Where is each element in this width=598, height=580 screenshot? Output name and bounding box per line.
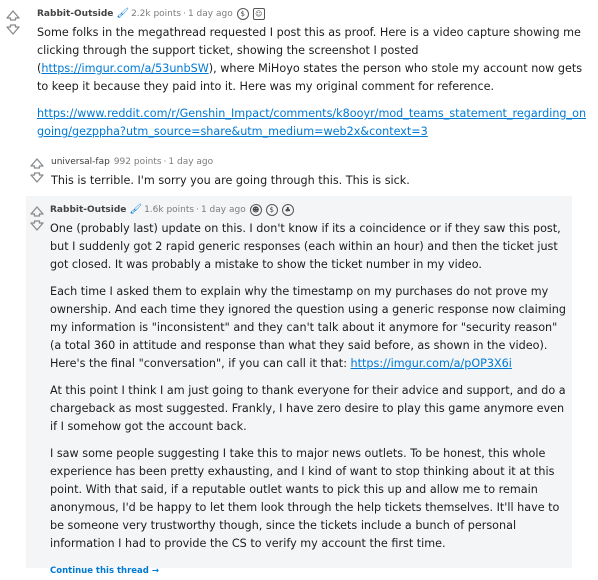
downvote-icon[interactable] (30, 172, 44, 184)
reddit-permalink[interactable]: https://www.reddit.com/r/Genshin_Impact/… (37, 107, 586, 138)
comment-body: One (probably last) update on this. I do… (50, 220, 570, 553)
imgur-link[interactable]: https://imgur.com/a/pOP3X6i (351, 357, 512, 370)
award-icon[interactable]: ☺ (252, 8, 265, 20)
points-label: 1.6k points (144, 205, 195, 215)
upvote-icon[interactable] (30, 206, 44, 218)
author-link[interactable]: Rabbit-Outside (50, 204, 126, 216)
upvote-icon[interactable] (30, 158, 44, 170)
vote-column (2, 10, 24, 36)
nested-comment-container: Rabbit-Outside 🖌 1.6k points · 1 day ago… (26, 196, 572, 576)
comment-paragraph: At this point I think I am just going to… (50, 384, 566, 433)
comment-body: This is terrible. I'm sorry you are goin… (51, 172, 591, 190)
meta-separator: · (163, 157, 167, 167)
comment-paragraph: https://www.reddit.com/r/Genshin_Impact/… (37, 105, 593, 141)
comment-paragraph: Some folks in the megathread requested I… (37, 24, 593, 96)
comment-paragraph: This is terrible. I'm sorry you are goin… (51, 174, 410, 187)
comment-meta: universal-fap 992 points · 1 day ago (51, 156, 591, 168)
time-label: 1 day ago (200, 205, 246, 215)
comment-body: Some folks in the megathread requested I… (37, 24, 593, 141)
meta-separator: · (196, 205, 199, 215)
continue-row: Continue this thread → (50, 558, 570, 577)
points-label: 992 points (113, 157, 162, 167)
downvote-icon[interactable] (6, 24, 20, 36)
downvote-icon[interactable] (30, 220, 44, 232)
comment-paragraph: I saw some people suggesting I take this… (50, 447, 560, 550)
vote-column (26, 158, 48, 184)
award-icon[interactable]: $ (265, 204, 278, 216)
time-label: 1 day ago (187, 9, 233, 19)
upvote-icon[interactable] (6, 10, 20, 22)
time-label: 1 day ago (168, 157, 214, 167)
award-icon[interactable]: $ (236, 8, 249, 20)
comment-meta: Rabbit-Outside 🖌 1.6k points · 1 day ago… (50, 204, 570, 216)
vote-column (26, 206, 48, 232)
comment-paragraph: Each time I asked them to explain why th… (50, 283, 570, 373)
points-label: 2.2k points (131, 9, 182, 19)
author-link[interactable]: Rabbit-Outside (37, 8, 113, 20)
author-link[interactable]: universal-fap (51, 156, 110, 168)
flair-icon: 🖌 (116, 8, 130, 19)
comment-paragraph: One (probably last) update on this. I do… (50, 222, 561, 271)
award-icon[interactable]: ♣ (281, 204, 294, 216)
comment-meta: Rabbit-Outside 🖌 2.2k points · 1 day ago… (37, 8, 593, 20)
continue-thread-link[interactable]: Continue this thread → (50, 566, 159, 576)
imgur-link[interactable]: https://imgur.com/a/53unbSW (41, 62, 208, 75)
flair-icon: 🖌 (129, 204, 143, 215)
meta-separator: · (183, 9, 186, 19)
award-icon[interactable]: ☻ (249, 204, 262, 216)
